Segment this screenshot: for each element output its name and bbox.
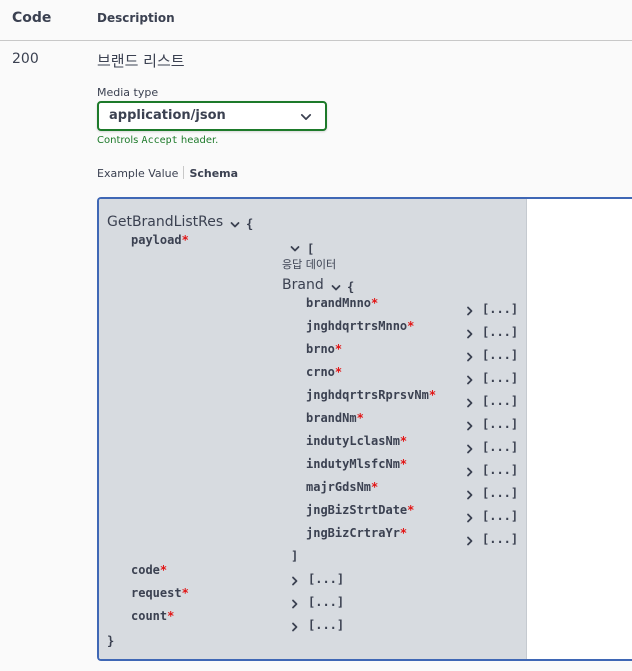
accept-code: Accept	[141, 135, 178, 146]
controls-accept-note: Controls Accept header.	[97, 135, 219, 146]
field-name: jngBizStrtDate*	[306, 503, 415, 517]
code-column-header: Code	[12, 10, 52, 26]
collapsed-value[interactable]: [...]	[482, 532, 518, 546]
field-name: code*	[131, 563, 168, 577]
brand-open-brace: {	[347, 280, 355, 294]
collapsed-value[interactable]: [...]	[482, 371, 518, 385]
chevron-right-icon[interactable]	[290, 576, 300, 586]
root-close-brace: }	[107, 634, 115, 648]
payload-array-open: [	[307, 242, 315, 256]
collapsed-value[interactable]: [...]	[482, 486, 518, 500]
chevron-right-icon[interactable]	[465, 490, 475, 500]
field-name: indutyMlsfcNm*	[306, 457, 408, 471]
payload-description: 응답 데이터	[282, 258, 337, 271]
schema-panel: GetBrandListRes { payload* [ 응답 데이터 Bran…	[97, 197, 632, 661]
collapsed-value[interactable]: [...]	[482, 440, 518, 454]
chevron-right-icon[interactable]	[465, 536, 475, 546]
brand-model-title[interactable]: Brand	[282, 277, 324, 293]
field-name: count*	[131, 609, 175, 623]
field-payload: payload*	[131, 233, 189, 247]
chevron-right-icon[interactable]	[465, 398, 475, 408]
chevron-right-icon[interactable]	[465, 306, 475, 316]
chevron-down-icon[interactable]	[230, 220, 240, 230]
root-open-brace: {	[246, 217, 254, 231]
collapsed-value[interactable]: [...]	[482, 417, 518, 431]
response-description: 브랜드 리스트	[97, 52, 185, 70]
collapsed-value[interactable]: [...]	[482, 394, 518, 408]
root-model-title[interactable]: GetBrandListRes	[107, 214, 223, 230]
tab-example-value[interactable]: Example Value	[97, 167, 178, 180]
chevron-right-icon[interactable]	[290, 622, 300, 632]
field-name: majrGdsNm*	[306, 480, 379, 494]
collapsed-value[interactable]: [...]	[482, 509, 518, 523]
tab-schema[interactable]: Schema	[189, 167, 238, 180]
chevron-right-icon[interactable]	[465, 375, 475, 385]
collapsed-value[interactable]: [...]	[308, 595, 344, 609]
example-schema-tabs: Example Value Schema	[97, 166, 238, 180]
field-name: jnghdqrtrsMnno*	[306, 319, 415, 333]
chevron-right-icon[interactable]	[465, 421, 475, 431]
chevron-down-icon	[300, 114, 312, 120]
chevron-right-icon[interactable]	[465, 444, 475, 454]
responses-header: Code Description	[0, 0, 632, 41]
media-type-select[interactable]: application/json	[97, 101, 327, 131]
payload-array-close: ]	[291, 549, 299, 563]
field-name: brandMnno*	[306, 296, 379, 310]
tab-divider	[183, 166, 185, 179]
field-name: request*	[131, 586, 189, 600]
chevron-right-icon[interactable]	[465, 513, 475, 523]
field-name: crno*	[306, 365, 343, 379]
chevron-right-icon[interactable]	[465, 352, 475, 362]
collapsed-value[interactable]: [...]	[482, 302, 518, 316]
chevron-right-icon[interactable]	[290, 599, 300, 609]
collapsed-value[interactable]: [...]	[482, 348, 518, 362]
description-column-header: Description	[97, 11, 175, 25]
field-name: indutyLclasNm*	[306, 434, 408, 448]
field-name: brno*	[306, 342, 343, 356]
field-name: jngBizCrtraYr*	[306, 526, 408, 540]
chevron-down-icon[interactable]	[290, 244, 300, 254]
collapsed-value[interactable]: [...]	[308, 618, 344, 632]
chevron-down-icon[interactable]	[331, 283, 341, 293]
collapsed-value[interactable]: [...]	[308, 572, 344, 586]
field-name: jnghdqrtrsRprsvNm*	[306, 388, 437, 402]
media-type-label: Media type	[97, 86, 159, 99]
chevron-right-icon[interactable]	[465, 467, 475, 477]
chevron-right-icon[interactable]	[465, 329, 475, 339]
media-type-value: application/json	[109, 108, 226, 123]
collapsed-value[interactable]: [...]	[482, 463, 518, 477]
collapsed-value[interactable]: [...]	[482, 325, 518, 339]
field-name: brandNm*	[306, 411, 364, 425]
response-code: 200	[12, 51, 39, 67]
